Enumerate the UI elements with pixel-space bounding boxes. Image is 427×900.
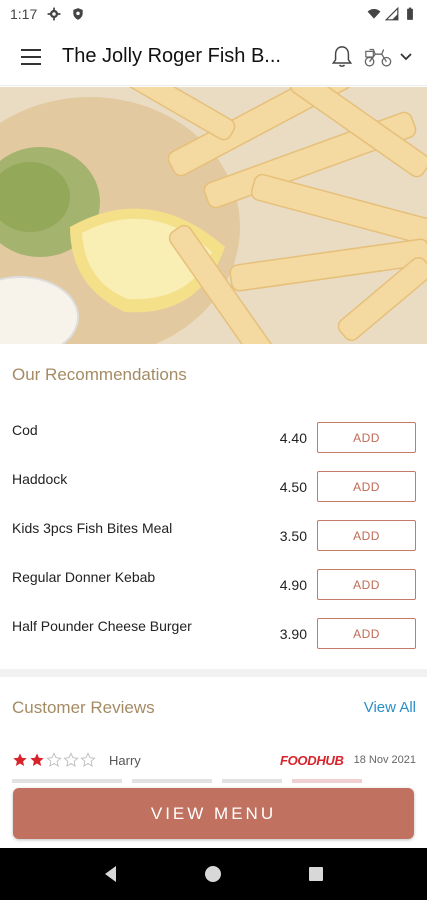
- wifi-icon: [367, 9, 381, 19]
- recommendation-item: Half Pounder Cheese Burger 3.90 ADD: [0, 618, 427, 652]
- menu-icon: [21, 46, 41, 67]
- system-nav-bar: [0, 848, 427, 900]
- restaurant-hero-image: [0, 87, 427, 344]
- star-filled-icon: [30, 753, 44, 766]
- add-button[interactable]: ADD: [317, 422, 416, 453]
- review-source-logo: FOODHUB: [279, 752, 344, 768]
- review-item: Harry FOODHUB 18 Nov 2021: [12, 750, 416, 770]
- item-price: 4.90: [279, 577, 307, 593]
- star-empty-icon: [63, 752, 79, 767]
- item-price: 4.50: [279, 479, 307, 495]
- settings-icon: [47, 7, 61, 21]
- app-bar: The Jolly Roger Fish B...: [0, 28, 427, 86]
- recents-icon[interactable]: [306, 864, 326, 884]
- shield-icon: [73, 8, 83, 20]
- review-text-preview: [12, 775, 416, 785]
- star-empty-icon: [80, 752, 96, 767]
- notifications-button[interactable]: [331, 37, 353, 77]
- add-button[interactable]: ADD: [317, 520, 416, 551]
- star-filled-icon: [13, 753, 27, 766]
- signal-icon: [385, 7, 399, 21]
- bell-icon: [331, 45, 353, 67]
- recommendations-section: Our Recommendations Cod 4.40 ADD Haddock…: [0, 344, 427, 669]
- star-rating: [12, 752, 96, 768]
- view-all-link[interactable]: View All: [364, 699, 416, 716]
- review-date: 18 Nov 2021: [353, 754, 416, 766]
- order-mode-button[interactable]: [363, 37, 413, 77]
- item-name: Regular Donner Kebab: [12, 569, 156, 585]
- section-divider: [0, 669, 427, 677]
- view-menu-button[interactable]: VIEW MENU: [13, 788, 414, 839]
- recommendation-item: Kids 3pcs Fish Bites Meal 3.50 ADD: [0, 520, 427, 554]
- status-bar: 1:17: [0, 0, 427, 28]
- delivery-scooter-icon: [364, 48, 392, 67]
- status-time: 1:17: [10, 6, 38, 22]
- add-button[interactable]: ADD: [317, 618, 416, 649]
- recommendation-item: Cod 4.40 ADD: [0, 422, 427, 456]
- add-button[interactable]: ADD: [317, 471, 416, 502]
- star-empty-icon: [46, 752, 62, 767]
- reviews-section: Customer Reviews View All Harry FOODHUB …: [0, 677, 427, 787]
- recommendation-item: Regular Donner Kebab 4.90 ADD: [0, 569, 427, 603]
- item-price: 4.40: [279, 430, 307, 446]
- reviews-title: Customer Reviews: [12, 698, 155, 717]
- reviewer-name: Harry: [109, 752, 141, 768]
- item-price: 3.90: [279, 626, 307, 642]
- chevron-down-icon: [400, 52, 412, 60]
- home-icon[interactable]: [203, 864, 223, 884]
- menu-button[interactable]: [0, 28, 62, 86]
- recommendation-item: Haddock 4.50 ADD: [0, 471, 427, 505]
- battery-icon: [407, 7, 413, 20]
- item-name: Cod: [12, 422, 38, 438]
- item-name: Haddock: [12, 471, 68, 487]
- food-photo: [0, 87, 427, 344]
- add-button[interactable]: ADD: [317, 569, 416, 600]
- recommendations-title: Our Recommendations: [12, 365, 187, 384]
- item-name: Kids 3pcs Fish Bites Meal: [12, 520, 173, 536]
- item-name: Half Pounder Cheese Burger: [12, 618, 192, 634]
- item-price: 3.50: [279, 528, 307, 544]
- restaurant-title: The Jolly Roger Fish B...: [62, 45, 281, 67]
- back-icon[interactable]: [101, 864, 121, 884]
